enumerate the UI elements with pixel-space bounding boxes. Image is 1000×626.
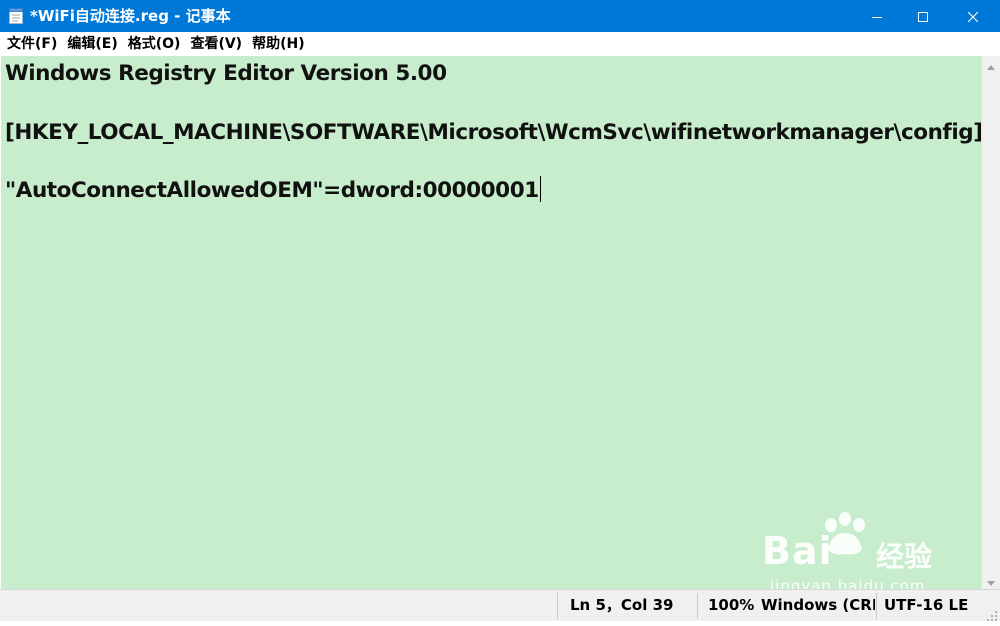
maximize-icon: [918, 7, 928, 26]
watermark-brand: Bai: [762, 529, 833, 573]
status-bar: Ln 5，Col 39 100% Windows (CRLF) UTF-16 L…: [0, 589, 1000, 621]
scroll-down-icon: [987, 571, 995, 590]
editor-line-text: "AutoConnectAllowedOEM"=dword:00000001: [5, 178, 539, 203]
scroll-down-button[interactable]: [982, 572, 1000, 589]
status-encoding: UTF-16 LE: [884, 596, 969, 614]
minimize-icon: [872, 7, 882, 26]
status-divider: [876, 593, 877, 619]
menu-edit[interactable]: 编辑(E): [62, 32, 122, 56]
paw-icon: [825, 512, 865, 555]
close-button[interactable]: [946, 0, 1000, 32]
baidu-watermark: Bai 经验 jingyan.baidu.com: [762, 511, 952, 589]
resize-grip-icon[interactable]: [986, 607, 998, 621]
watermark-url: jingyan.baidu.com: [770, 577, 926, 589]
maximize-button[interactable]: [900, 0, 946, 32]
menu-bar: 文件(F) 编辑(E) 格式(O) 查看(V) 帮助(H): [0, 32, 1000, 56]
editor-line-with-caret: "AutoConnectAllowedOEM"=dword:00000001: [5, 176, 541, 206]
text-editor[interactable]: Windows Registry Editor Version 5.00 [HK…: [1, 56, 981, 589]
menu-file[interactable]: 文件(F): [2, 32, 62, 56]
status-divider: [697, 593, 698, 619]
minimize-button[interactable]: [854, 0, 900, 32]
vertical-scrollbar[interactable]: [981, 56, 1000, 589]
status-line-ending: Windows (CRLF): [761, 596, 875, 614]
menu-help[interactable]: 帮助(H): [247, 32, 310, 56]
window-title: *WiFi自动连接.reg - 记事本: [30, 7, 231, 25]
watermark-brand-suffix: 经验: [876, 540, 933, 573]
status-divider: [557, 593, 558, 619]
editor-line: Windows Registry Editor Version 5.00: [5, 61, 447, 86]
scroll-up-icon: [987, 55, 995, 74]
status-zoom: 100%: [708, 596, 755, 614]
status-cursor-position: Ln 5，Col 39: [570, 596, 674, 614]
text-caret: [539, 176, 541, 202]
close-icon: [967, 7, 979, 26]
notepad-icon: [9, 8, 23, 24]
menu-format[interactable]: 格式(O): [123, 32, 186, 56]
title-bar[interactable]: *WiFi自动连接.reg - 记事本: [0, 0, 1000, 32]
editor-line: [HKEY_LOCAL_MACHINE\SOFTWARE\Microsoft\W…: [5, 120, 981, 145]
notepad-window: *WiFi自动连接.reg - 记事本 文件(F) 编辑(E) 格式(O) 查看…: [0, 0, 1000, 621]
scroll-up-button[interactable]: [982, 56, 1000, 73]
menu-view[interactable]: 查看(V): [185, 32, 247, 56]
